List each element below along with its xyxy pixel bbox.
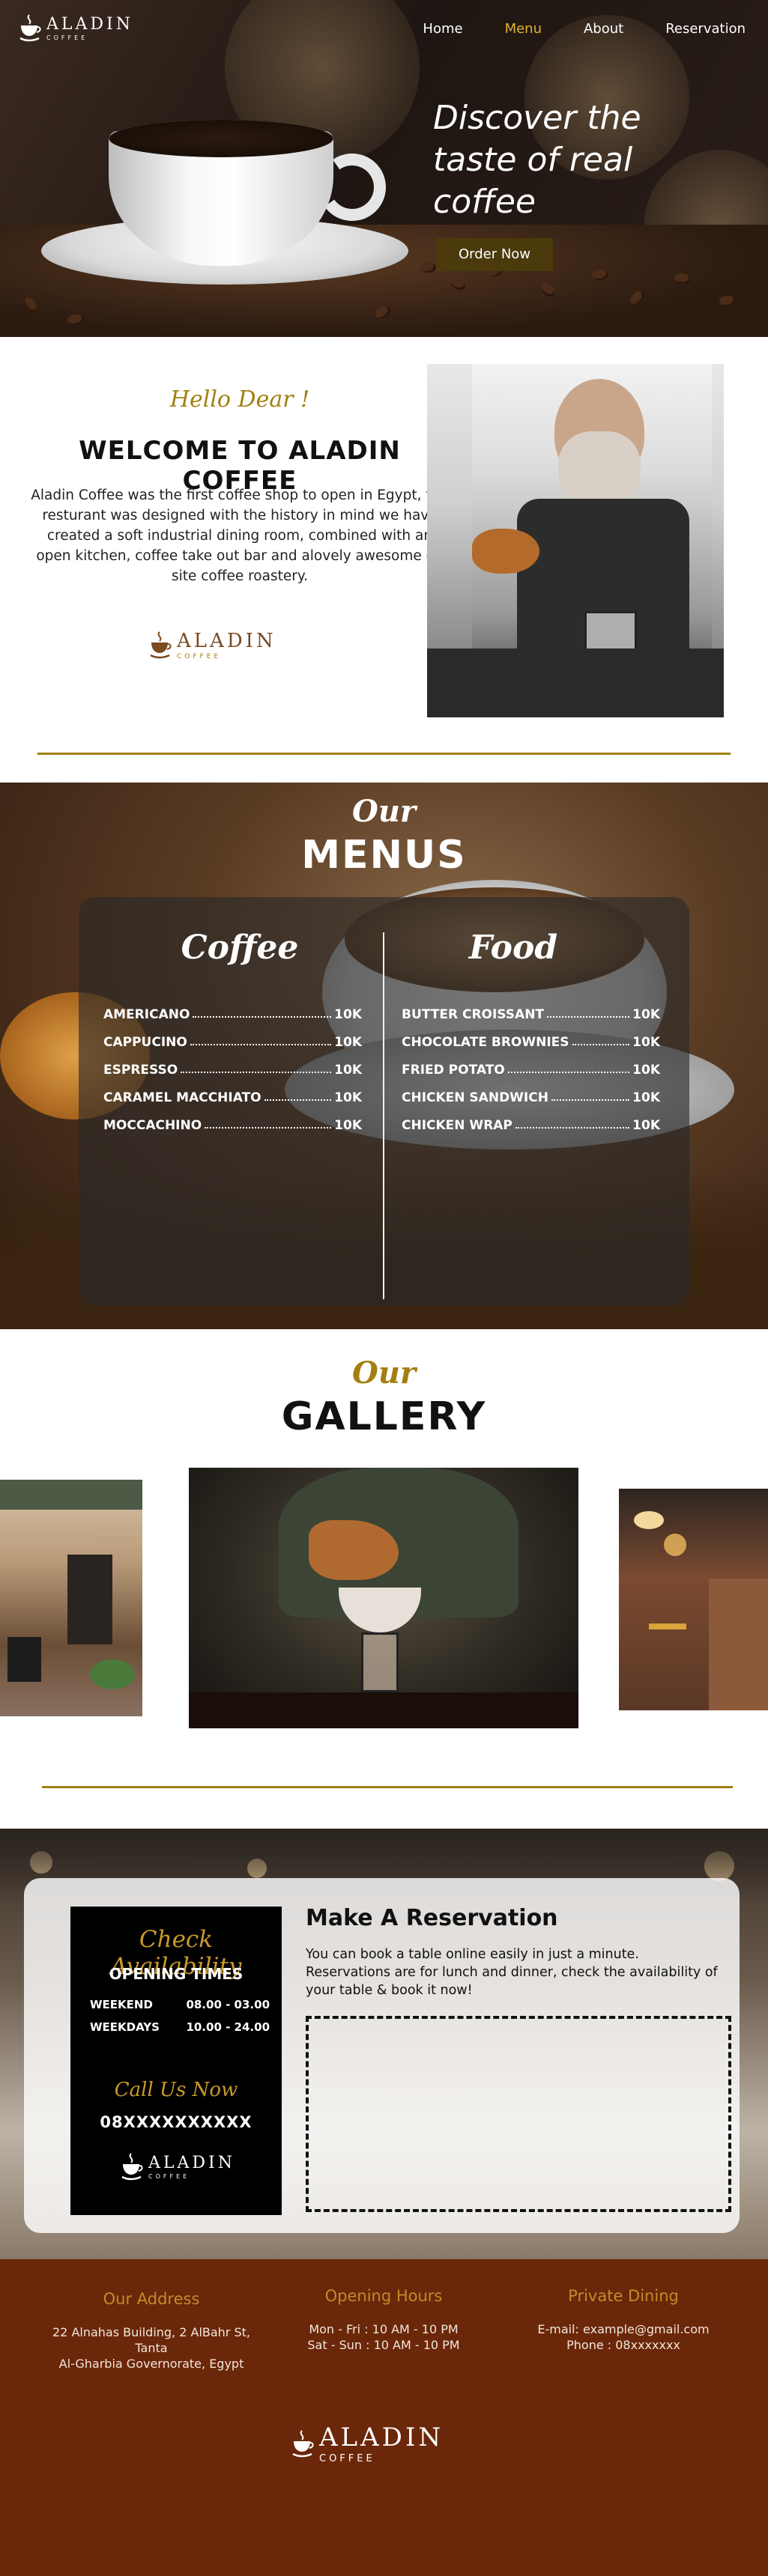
menus-title: MENUS <box>301 833 467 878</box>
menu-item[interactable]: AMERICANO 10K <box>103 994 362 1022</box>
reservation-form-area[interactable] <box>306 2016 731 2212</box>
menu-item[interactable]: MOCCACHINO 10K <box>103 1105 362 1133</box>
menu-item[interactable]: ESPRESSO 10K <box>103 1050 362 1078</box>
menu-divider <box>383 932 384 1299</box>
gallery-image-barista[interactable] <box>189 1468 578 1728</box>
reservation-logo: ALADIN COFFEE <box>118 2152 235 2182</box>
welcome-logo: ALADIN COFFEE <box>147 631 276 660</box>
brand-name: ALADIN <box>46 14 133 34</box>
gallery-image-interior[interactable] <box>619 1489 768 1710</box>
menu-item[interactable]: CHOCOLATE BROWNIES 10K <box>402 1022 660 1050</box>
footer-private-text: E-mail: example@gmail.com Phone : 08xxxx… <box>504 2321 743 2353</box>
nav-menu[interactable]: Menu <box>505 21 542 37</box>
hours-row: WEEKEND 08.00 - 03.00 <box>90 1998 270 2011</box>
food-menu-list: BUTTER CROISSANT 10K CHOCOLATE BROWNIES 10… <box>402 994 660 1133</box>
menu-item[interactable]: FRIED POTATO 10K <box>402 1050 660 1078</box>
menu-item[interactable]: CAPPUCINO 10K <box>103 1022 362 1050</box>
reservation-title: Make A Reservation <box>306 1905 558 1931</box>
welcome-greeting: Hello Dear ! <box>169 386 310 413</box>
brand-tagline: COFFEE <box>319 2453 375 2464</box>
main-nav: Home Menu About Reservation <box>381 21 746 37</box>
menu-item[interactable]: CHICKEN WRAP 10K <box>402 1105 660 1133</box>
footer-address-heading: Our Address <box>103 2290 200 2308</box>
coffee-menu-list: AMERICANO 10K CAPPUCINO 10K ESPRESSO 10K CA… <box>103 994 362 1133</box>
gallery-our: Our <box>352 1355 416 1391</box>
section-divider <box>42 1786 733 1788</box>
call-us-title: Call Us Now <box>114 2079 238 2101</box>
footer-phone[interactable]: Phone : 08xxxxxxx <box>504 2337 743 2353</box>
footer-email[interactable]: E-mail: example@gmail.com <box>504 2321 743 2337</box>
lamp-logo-icon <box>150 631 172 659</box>
footer-private-heading: Private Dining <box>568 2287 679 2305</box>
brand-name: ALADIN <box>148 2153 235 2172</box>
footer-hours-heading: Opening Hours <box>324 2287 443 2305</box>
welcome-text: Aladin Coffee was the first coffee shop … <box>31 487 449 584</box>
opening-times-title: OPENING TIMES <box>109 1965 244 1983</box>
barista-image <box>427 364 724 717</box>
lamp-logo-icon <box>19 14 41 42</box>
hero-title: Discover the taste of real coffee <box>433 99 641 221</box>
gallery-image-cafe-exterior[interactable] <box>0 1480 142 1716</box>
menu-item[interactable]: CARAMEL MACCHIATO 10K <box>103 1078 362 1105</box>
coffee-heading: Coffee <box>181 929 299 967</box>
nav-about[interactable]: About <box>584 21 623 37</box>
reservation-text: You can book a table online easily in ju… <box>306 1947 718 1998</box>
hours-row: WEEKDAYS 10.00 - 24.00 <box>90 2020 270 2034</box>
nav-home[interactable]: Home <box>423 21 462 37</box>
brand-name: ALADIN <box>319 2422 444 2452</box>
menu-item[interactable]: CHICKEN SANDWICH 10K <box>402 1078 660 1105</box>
gallery-title: GALLERY <box>281 1394 487 1439</box>
menu-item[interactable]: BUTTER CROISSANT 10K <box>402 994 660 1022</box>
footer-hours-text: Mon - Fri : 10 AM - 10 PM Sat - Sun : 10… <box>307 2322 460 2352</box>
food-heading: Food <box>468 929 558 967</box>
footer-address-text: 22 Alnahas Building, 2 AlBahr St, Tanta … <box>52 2325 250 2371</box>
section-divider <box>37 753 731 755</box>
nav-reservation[interactable]: Reservation <box>665 21 746 37</box>
brand-name: ALADIN <box>177 629 276 652</box>
lamp-logo-icon <box>292 2430 314 2458</box>
menus-our: Our <box>352 794 416 829</box>
header-logo[interactable]: ALADIN COFFEE <box>16 13 133 43</box>
brand-tagline: COFFEE <box>177 652 222 660</box>
brand-tagline: COFFEE <box>148 2172 190 2180</box>
lamp-logo-icon <box>121 2153 143 2181</box>
brand-tagline: COFFEE <box>46 34 88 41</box>
footer-logo[interactable]: ALADIN COFFEE <box>289 2425 444 2464</box>
phone-number[interactable]: 08XXXXXXXXXX <box>70 2113 282 2131</box>
order-now-button[interactable]: Order Now <box>436 238 553 271</box>
